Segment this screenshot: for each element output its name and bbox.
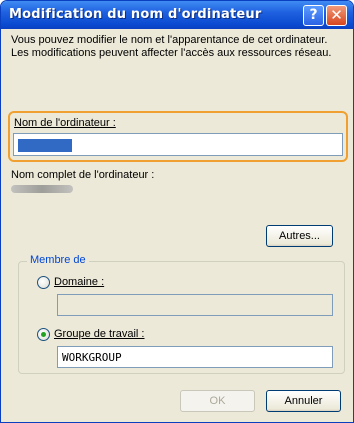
domain-input[interactable] <box>57 294 333 316</box>
help-icon[interactable]: ? <box>303 5 324 26</box>
window-title: Modification du nom d'ordinateur <box>9 7 262 22</box>
workgroup-label: Groupe de travail : <box>54 328 145 340</box>
dialog-window: Modification du nom d'ordinateur ? ✕ Vou… <box>0 0 354 423</box>
member-of-legend: Membre de <box>27 254 89 266</box>
computer-name-label: Nom de l'ordinateur : <box>14 117 116 129</box>
workgroup-input[interactable]: WORKGROUP <box>57 346 333 368</box>
more-button[interactable]: Autres... <box>266 225 333 247</box>
radio-selected-dot <box>41 332 46 337</box>
full-name-label: Nom complet de l'ordinateur : <box>11 169 155 181</box>
close-icon[interactable]: ✕ <box>326 5 347 26</box>
domain-radio[interactable] <box>37 276 50 289</box>
workgroup-radio[interactable] <box>37 328 50 341</box>
title-bar[interactable]: Modification du nom d'ordinateur ? ✕ <box>1 1 353 29</box>
domain-label: Domaine : <box>54 276 104 288</box>
selected-name-text <box>18 138 72 152</box>
workgroup-label-text: Groupe de travail : <box>54 328 145 340</box>
computer-name-input[interactable] <box>13 133 343 156</box>
domain-label-text: Domaine : <box>54 276 105 288</box>
ok-button[interactable]: OK <box>180 390 255 412</box>
full-name-value <box>11 185 73 193</box>
cancel-button[interactable]: Annuler <box>266 390 341 412</box>
computer-name-label-text: Nom de l'ordinateur : <box>14 117 116 129</box>
dialog-description: Vous pouvez modifier le nom et l'apparen… <box>11 34 332 59</box>
